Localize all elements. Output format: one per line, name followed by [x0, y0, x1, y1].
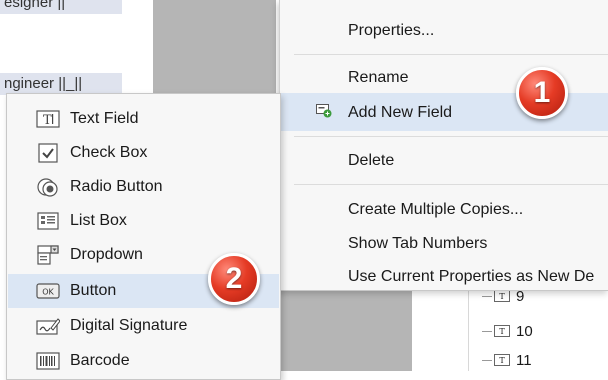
form-field-mid[interactable]: ngineer ||_|| — [0, 73, 122, 95]
tree-item-label: 11 — [516, 351, 532, 369]
submenu-item-label: Barcode — [70, 352, 130, 369]
add-field-submenu: T Text Field Check Box Radio Button List… — [6, 93, 281, 380]
form-field-top[interactable]: esigner || — [0, 0, 122, 14]
menu-item-use-current-properties[interactable]: Use Current Properties as New De — [348, 268, 594, 286]
submenu-item-label: Dropdown — [70, 246, 143, 263]
context-menu: Properties... Rename Add New Field Delet… — [279, 0, 608, 291]
tree-item[interactable]: T 10 — [482, 320, 533, 342]
button-icon: OK — [36, 283, 60, 299]
submenu-item-text-field[interactable]: T Text Field — [8, 102, 279, 136]
add-field-icon — [316, 104, 332, 118]
menu-separator — [294, 136, 608, 137]
barcode-icon — [36, 352, 60, 370]
submenu-item-label: Button — [70, 282, 117, 299]
menu-item-create-multiple-copies[interactable]: Create Multiple Copies... — [348, 201, 523, 219]
tree-item-label: 10 — [516, 322, 533, 340]
submenu-item-digital-signature[interactable]: Digital Signature — [8, 309, 279, 343]
step-1-badge: 1 — [516, 67, 568, 119]
submenu-item-list-box[interactable]: List Box — [8, 204, 279, 238]
submenu-item-check-box[interactable]: Check Box — [8, 136, 279, 170]
menu-item-delete[interactable]: Delete — [348, 152, 394, 170]
fields-panel-divider — [468, 290, 469, 371]
menu-separator — [294, 54, 608, 55]
text-field-icon: T — [494, 354, 510, 366]
text-field-icon: T — [36, 110, 60, 128]
submenu-item-label: Digital Signature — [70, 317, 188, 334]
button-icon-text: OK — [42, 288, 54, 297]
submenu-item-label: Check Box — [70, 144, 148, 161]
step-2-badge: 2 — [208, 253, 260, 305]
submenu-item-label: Text Field — [70, 110, 139, 127]
menu-item-properties[interactable]: Properties... — [348, 22, 434, 40]
text-field-icon: T — [494, 325, 510, 337]
tree-item[interactable]: T 11 — [482, 349, 532, 371]
submenu-item-label: Radio Button — [70, 178, 163, 195]
svg-text:T: T — [43, 113, 52, 128]
digital-signature-icon — [36, 318, 60, 335]
menu-separator — [294, 184, 608, 185]
text-field-icon: T — [494, 290, 510, 302]
submenu-item-radio-button[interactable]: Radio Button — [8, 170, 279, 204]
page-gutter-lower — [276, 290, 412, 371]
menu-item-rename[interactable]: Rename — [348, 69, 408, 87]
check-box-icon — [38, 143, 58, 163]
tree-item[interactable]: T 9 — [482, 289, 524, 303]
radio-button-icon — [37, 178, 58, 197]
submenu-item-barcode[interactable]: Barcode — [8, 344, 279, 378]
menu-item-show-tab-numbers[interactable]: Show Tab Numbers — [348, 235, 487, 253]
list-box-icon — [37, 212, 59, 230]
tree-item-label: 9 — [516, 289, 525, 303]
menu-item-add-new-field-label: Add New Field — [348, 104, 453, 121]
dropdown-icon — [37, 245, 59, 265]
submenu-item-label: List Box — [70, 212, 127, 229]
